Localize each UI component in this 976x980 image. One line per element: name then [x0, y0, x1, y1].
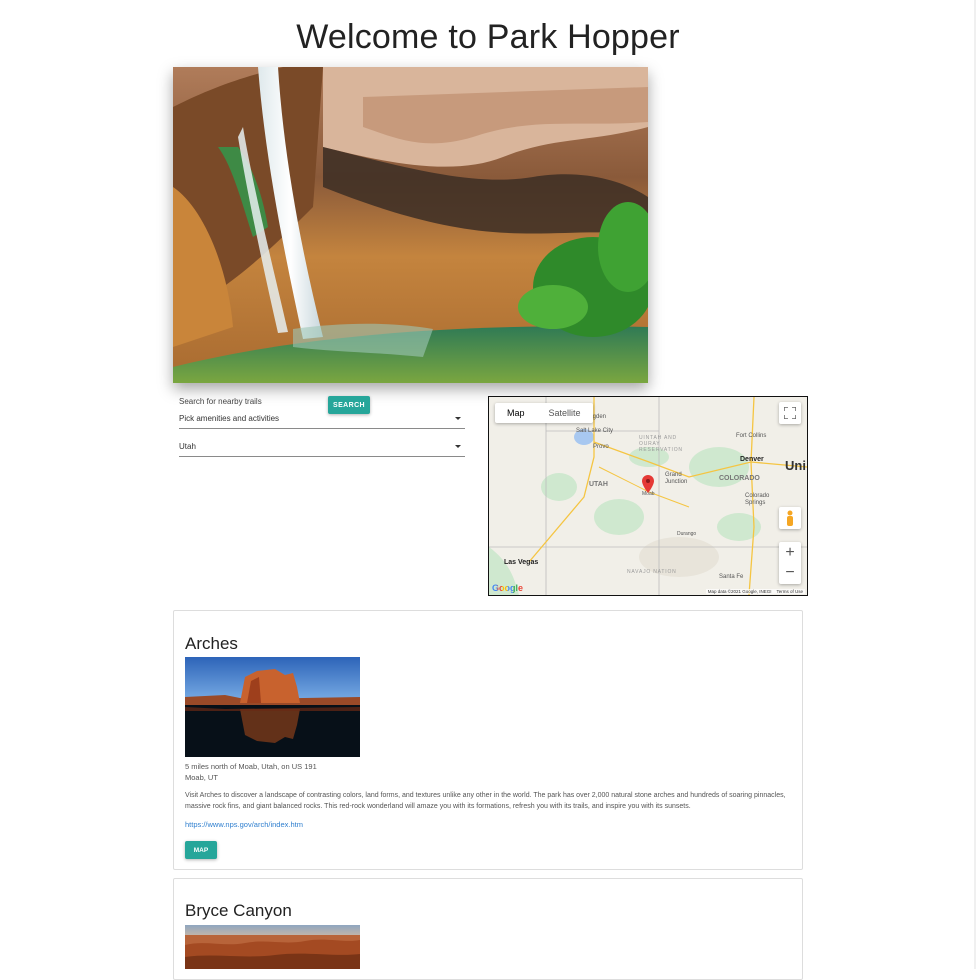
map-label-uintah: UINTAH AND OURAY RESERVATION	[639, 435, 683, 453]
map-label-fort-collins: Fort Collins	[736, 433, 767, 439]
map-label-colorado-springs: Colorado Springs	[745, 493, 770, 506]
hero-waterfall-image	[173, 67, 648, 383]
park-card-bryce-canyon: Bryce Canyon	[173, 878, 803, 980]
map-attribution: Map data ©2021 Google, INEGI Terms of Us…	[705, 589, 805, 594]
map-label-grand-junction: Grand Junction	[665, 472, 688, 485]
map-attribution-text: Map data ©2021 Google, INEGI	[707, 589, 772, 594]
park-address-line2: Moab, UT	[185, 773, 218, 782]
park-map-button[interactable]: MAP	[185, 841, 217, 859]
map-label-denver: Denver	[740, 456, 764, 463]
pegman-icon[interactable]	[779, 507, 801, 529]
google-map[interactable]: Salt Lake City Ogden Provo UINTAH AND OU…	[488, 396, 808, 596]
google-logo-text: Google	[492, 583, 523, 593]
state-select-value: Utah	[179, 442, 196, 451]
map-label-salt-lake-city: Salt Lake City	[576, 428, 614, 434]
zoom-in-button[interactable]: +	[785, 543, 794, 563]
map-label-las-vegas: Las Vegas	[504, 559, 539, 566]
map-terms-link[interactable]: Terms of Use	[776, 589, 803, 594]
park-name: Arches	[185, 634, 238, 653]
chevron-down-icon	[455, 445, 461, 448]
amenities-select[interactable]: Pick amenities and activities	[179, 410, 465, 429]
map-label-uni: Uni	[785, 458, 806, 473]
map-type-tabs: Map Satellite	[495, 403, 593, 423]
amenities-select-value: Pick amenities and activities	[179, 414, 280, 423]
park-website-link[interactable]: https://www.nps.gov/arch/index.htm	[185, 820, 303, 829]
zoom-out-button[interactable]: −	[785, 563, 794, 583]
map-label-santa-fe: Santa Fe	[719, 574, 744, 580]
map-label-navajo-nation: NAVAJO NATION	[627, 569, 677, 575]
map-tab-satellite[interactable]: Satellite	[537, 403, 593, 423]
park-name: Bryce Canyon	[185, 901, 292, 920]
map-tab-map[interactable]: Map	[495, 403, 537, 423]
park-address-line1: 5 miles north of Moab, Utah, on US 191	[185, 762, 317, 771]
map-label-colorado: COLORADO	[719, 475, 760, 482]
search-label: Search for nearby trails	[179, 397, 262, 406]
map-label-utah: UTAH	[589, 481, 608, 488]
park-image-bryce-canyon	[185, 925, 360, 969]
park-image-arches	[185, 657, 360, 757]
google-logo[interactable]: Google	[492, 583, 523, 593]
fullscreen-icon[interactable]	[779, 402, 801, 424]
map-label-durango: Durango	[677, 531, 697, 537]
map-marker-icon[interactable]	[642, 475, 654, 493]
zoom-controls: + −	[779, 542, 801, 584]
park-address: 5 miles north of Moab, Utah, on US 191 M…	[185, 761, 317, 783]
chevron-down-icon	[455, 417, 461, 420]
state-select[interactable]: Utah	[179, 438, 465, 457]
park-description: Visit Arches to discover a landscape of …	[185, 792, 786, 810]
page-title: Welcome to Park Hopper	[296, 18, 680, 56]
park-card-arches: Arches 5 miles north of Moab, Utah, on U…	[173, 610, 803, 870]
map-label-provo: Provo	[593, 444, 609, 450]
